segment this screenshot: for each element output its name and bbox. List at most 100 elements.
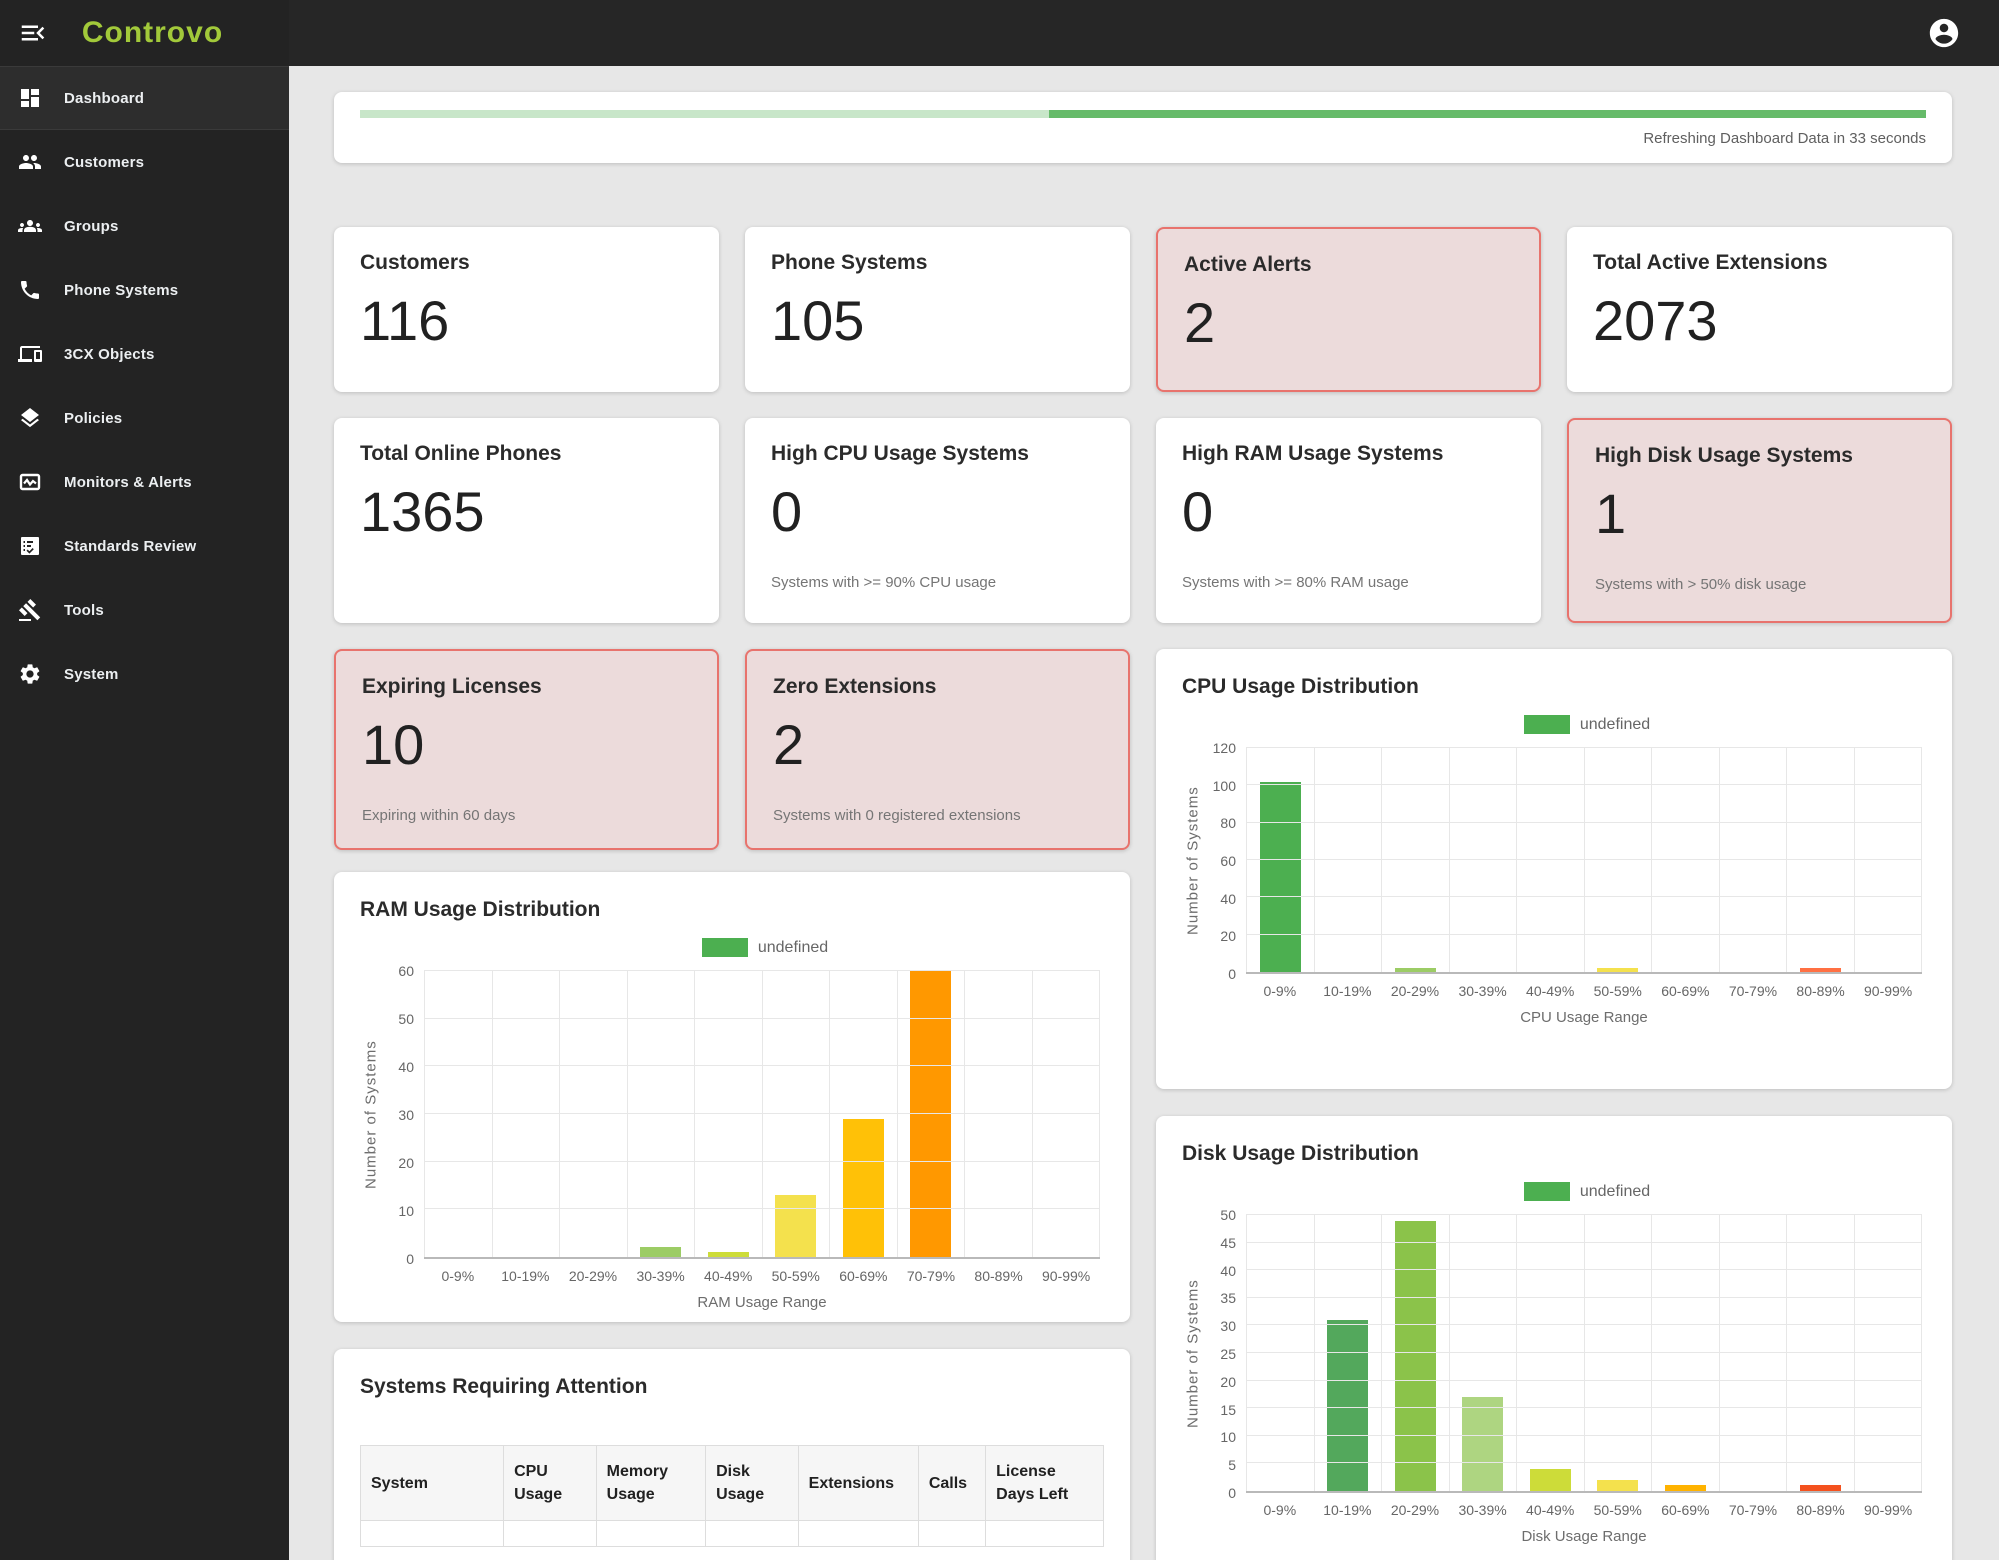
stat-card-active-alerts[interactable]: Active Alerts 2 [1156, 227, 1541, 392]
stat-card-total-active-extensions[interactable]: Total Active Extensions 2073 [1567, 227, 1952, 392]
x-tick-label: 50-59% [1584, 983, 1652, 999]
sidebar-item-policies[interactable]: Policies [0, 386, 289, 450]
stat-value: 2 [1184, 295, 1513, 351]
legend-label: undefined [758, 939, 828, 957]
bar-slot [1032, 971, 1101, 1257]
stat-card-phone-systems[interactable]: Phone Systems 105 [745, 227, 1130, 392]
x-tick-label: 80-89% [1787, 1502, 1855, 1518]
bar-slot [1719, 1215, 1787, 1491]
stat-title: High RAM Usage Systems [1182, 442, 1515, 466]
chart-bar[interactable] [1462, 1397, 1503, 1491]
sidebar-item-tools[interactable]: Tools [0, 578, 289, 642]
right-column: CPU Usage Distribution undefined Number … [1156, 649, 1952, 1560]
layers-icon [18, 406, 42, 430]
chart-plot-area[interactable] [424, 971, 1100, 1259]
sidebar-item-3cx-objects[interactable]: 3CX Objects [0, 322, 289, 386]
bar-slot [1786, 1215, 1854, 1491]
stat-title: Total Online Phones [360, 442, 693, 466]
stat-card-zero-extensions[interactable]: Zero Extensions 2 Systems with 0 registe… [745, 649, 1130, 850]
x-tick-label: 20-29% [1381, 983, 1449, 999]
chart-bar[interactable] [1597, 968, 1638, 972]
x-tick-label: 60-69% [1652, 983, 1720, 999]
table-header-cell: Memory Usage [596, 1446, 705, 1521]
stat-card-high-ram-usage[interactable]: High RAM Usage Systems 0 Systems with >=… [1156, 418, 1541, 623]
bar-slot [964, 971, 1032, 1257]
hammer-icon [18, 598, 42, 622]
bar-slot [1786, 748, 1854, 972]
bar-slot [492, 971, 560, 1257]
stat-subtitle: Expiring within 60 days [362, 807, 691, 824]
y-axis-ticks: 05101520253035404550 [1204, 1215, 1246, 1493]
bar-slot [694, 971, 762, 1257]
legend-label: undefined [1580, 716, 1650, 734]
x-tick-label: 90-99% [1854, 1502, 1922, 1518]
chart-bar[interactable] [1395, 1221, 1436, 1491]
chart-bar[interactable] [1395, 968, 1436, 972]
chart-bar[interactable] [1800, 968, 1841, 972]
bar-slot [1651, 748, 1719, 972]
account-icon[interactable] [1927, 16, 1961, 50]
stat-value: 116 [360, 293, 693, 349]
disk-usage-chart: Number of Systems 05101520253035404550 0… [1182, 1215, 1922, 1545]
lower-grid: Expiring Licenses 10 Expiring within 60 … [334, 649, 1952, 1560]
chart-bar[interactable] [1665, 1485, 1706, 1491]
monitor-chart-icon [18, 470, 42, 494]
alert-card-pair: Expiring Licenses 10 Expiring within 60 … [334, 649, 1130, 845]
topbar [289, 0, 1999, 66]
x-tick-label: 40-49% [1516, 1502, 1584, 1518]
attention-table-body [361, 1521, 1104, 1547]
x-tick-label: 80-89% [1787, 983, 1855, 999]
bar-slot [1516, 748, 1584, 972]
y-axis-label: Number of Systems [360, 971, 382, 1259]
chart-bar[interactable] [1530, 1469, 1571, 1491]
chart-bar[interactable] [843, 1119, 884, 1257]
chart-bar[interactable] [910, 971, 951, 1257]
app-logo: Controvo [48, 16, 271, 50]
bar-slot [1314, 1215, 1382, 1491]
stat-title: Total Active Extensions [1593, 251, 1926, 275]
x-axis-label: RAM Usage Range [424, 1284, 1100, 1311]
sidebar-header: Controvo [0, 0, 289, 66]
sidebar-item-customers[interactable]: Customers [0, 130, 289, 194]
table-header-cell: Disk Usage [706, 1446, 799, 1521]
groups-icon [18, 214, 42, 238]
x-tick-label: 60-69% [830, 1268, 898, 1284]
chart-bar[interactable] [1800, 1485, 1841, 1491]
ram-usage-chart-card: RAM Usage Distribution undefined Number … [334, 872, 1130, 1322]
chart-bar[interactable] [1597, 1480, 1638, 1491]
stat-card-customers[interactable]: Customers 116 [334, 227, 719, 392]
bar-slot [627, 971, 695, 1257]
x-tick-label: 40-49% [694, 1268, 762, 1284]
stat-title: Phone Systems [771, 251, 1104, 275]
sidebar-item-system[interactable]: System [0, 642, 289, 706]
stat-card-total-online-phones[interactable]: Total Online Phones 1365 [334, 418, 719, 623]
x-tick-label: 20-29% [559, 1268, 627, 1284]
stat-card-high-cpu-usage[interactable]: High CPU Usage Systems 0 Systems with >=… [745, 418, 1130, 623]
menu-open-icon[interactable] [18, 18, 48, 48]
x-tick-label: 0-9% [1246, 1502, 1314, 1518]
bar-slot [1854, 748, 1923, 972]
sidebar-item-label: System [64, 666, 119, 683]
chart-bar[interactable] [1260, 782, 1301, 972]
sidebar-item-phone-systems[interactable]: Phone Systems [0, 258, 289, 322]
x-tick-label: 10-19% [1314, 983, 1382, 999]
sidebar-item-standards-review[interactable]: Standards Review [0, 514, 289, 578]
customers-icon [18, 150, 42, 174]
refresh-progress-fill [1049, 110, 1926, 118]
stat-card-high-disk-usage[interactable]: High Disk Usage Systems 1 Systems with >… [1567, 418, 1952, 623]
chart-bar[interactable] [640, 1247, 681, 1257]
bar-slot [1854, 1215, 1923, 1491]
sidebar-item-groups[interactable]: Groups [0, 194, 289, 258]
chart-bar[interactable] [1327, 1320, 1368, 1491]
sidebar-item-monitors-alerts[interactable]: Monitors & Alerts [0, 450, 289, 514]
sidebar: Controvo Dashboard Customers Groups Phon… [0, 0, 289, 1560]
sidebar-item-dashboard[interactable]: Dashboard [0, 66, 289, 130]
chart-plot-area[interactable] [1246, 748, 1922, 974]
chart-plot-area[interactable] [1246, 1215, 1922, 1493]
chart-title: Disk Usage Distribution [1182, 1142, 1922, 1166]
bar-slot [1381, 1215, 1449, 1491]
chart-bar[interactable] [775, 1195, 816, 1257]
stat-card-expiring-licenses[interactable]: Expiring Licenses 10 Expiring within 60 … [334, 649, 719, 850]
chart-bar[interactable] [708, 1252, 749, 1257]
x-tick-label: 90-99% [1854, 983, 1922, 999]
